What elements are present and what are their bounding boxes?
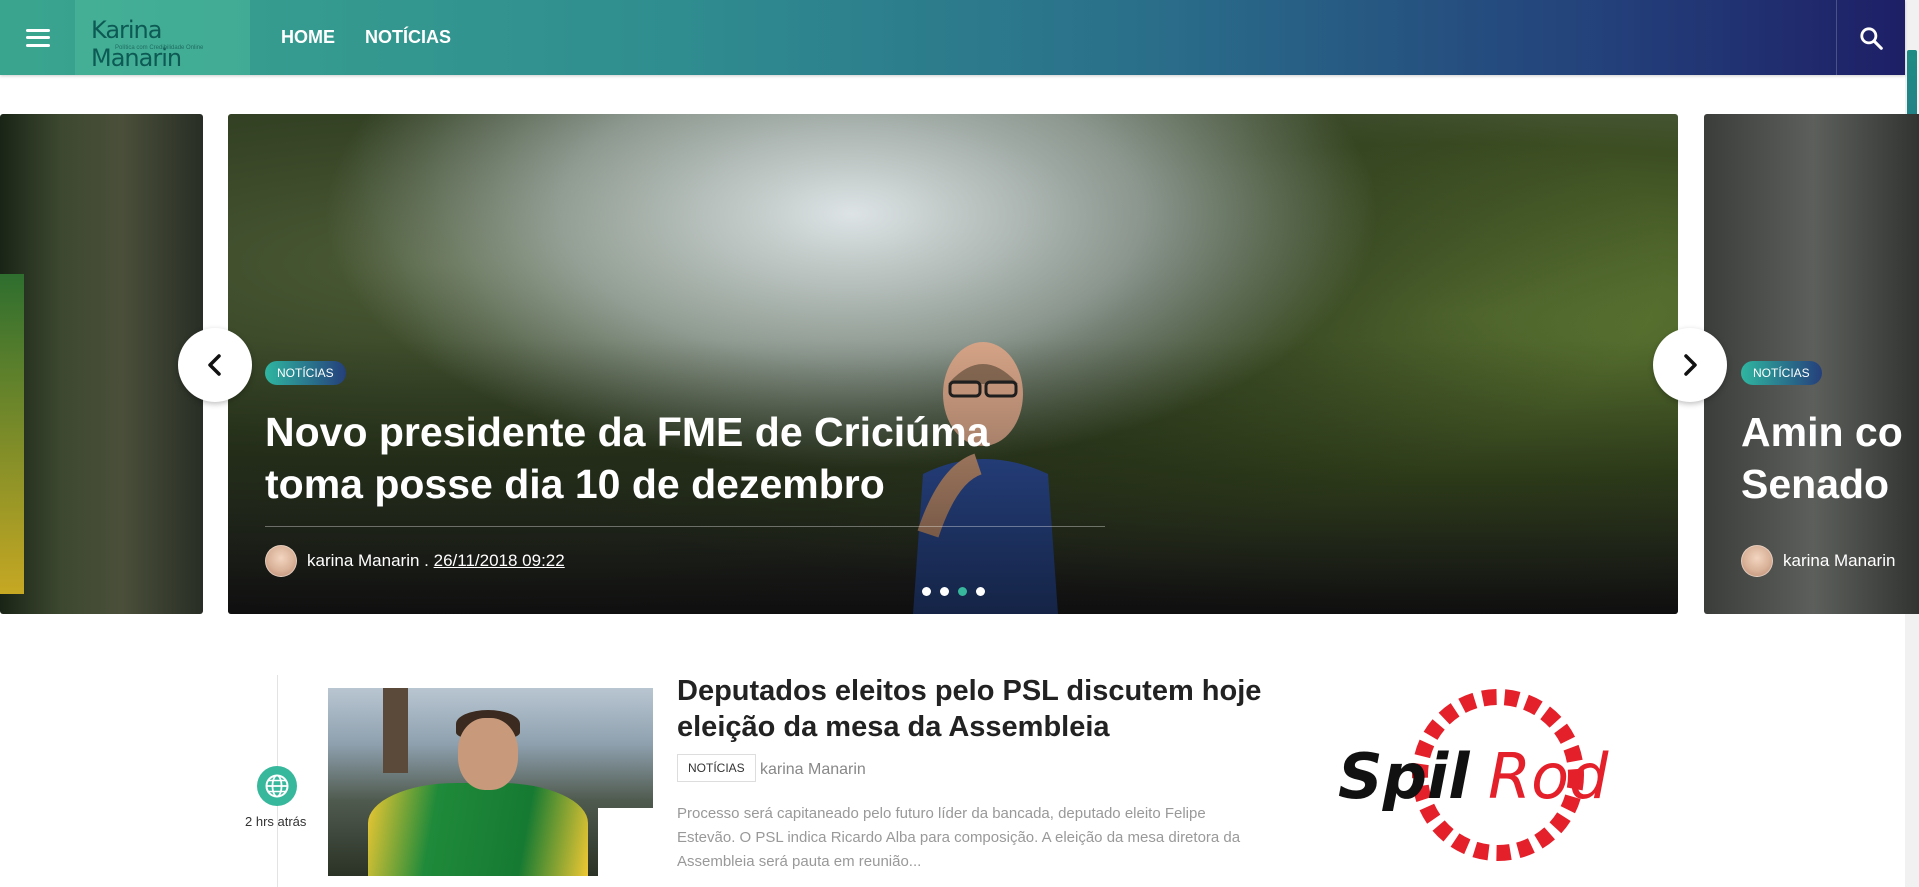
slide-title[interactable]: Amin co Senado xyxy=(1741,406,1919,510)
menu-icon xyxy=(25,28,50,47)
article-category-tag[interactable]: NOTÍCIAS xyxy=(677,754,756,782)
main-nav: HOME NOTÍCIAS xyxy=(281,0,451,75)
slide-overlay xyxy=(228,114,1678,614)
slide-current[interactable]: NOTÍCIAS Novo presidente da FME de Crici… xyxy=(228,114,1678,614)
slider-prev-button[interactable] xyxy=(178,328,252,402)
globe-icon xyxy=(265,774,289,798)
time-ago: 2 hrs atrás xyxy=(245,814,307,829)
site-logo[interactable]: Karina Manarin Política com Credibilidad… xyxy=(75,0,250,75)
slider-dot[interactable] xyxy=(976,587,985,596)
spilrod-logo: Spil Rod xyxy=(1338,689,1609,861)
thumbnail-detail xyxy=(368,783,588,876)
thumbnail-detail xyxy=(383,688,408,773)
slide-title-line1: Novo presidente da FME de Criciúma xyxy=(265,409,990,455)
thumbnail-detail xyxy=(598,808,653,876)
article-author[interactable]: karina Manarin xyxy=(760,761,866,779)
author-avatar xyxy=(265,545,297,577)
slider-dot[interactable] xyxy=(922,587,931,596)
slider-next-button[interactable] xyxy=(1653,328,1727,402)
author-avatar xyxy=(1741,545,1773,577)
search-button[interactable] xyxy=(1836,0,1905,75)
slide-title-line2: Senado xyxy=(1741,461,1890,507)
ad-brand-part2: Rod xyxy=(1488,740,1609,813)
slide-previous[interactable] xyxy=(0,114,203,614)
author-name[interactable]: karina Manarin xyxy=(1783,551,1895,571)
logo-subtitle: Política com Credibilidade Online xyxy=(115,45,204,51)
slider-pagination xyxy=(922,587,985,596)
article-excerpt: Processo será capitaneado pelo futuro lí… xyxy=(677,805,1241,870)
search-icon xyxy=(1860,26,1883,50)
slide-title-line2: toma posse dia 10 de dezembro xyxy=(265,461,885,507)
nav-home[interactable]: HOME xyxy=(281,27,335,48)
post-date: 26/11/2018 09:22 xyxy=(433,551,565,570)
ad-banner[interactable]: Spil Rod xyxy=(1318,678,1676,868)
divider xyxy=(265,526,1105,527)
article-thumbnail[interactable] xyxy=(328,688,653,876)
nav-noticias[interactable]: NOTÍCIAS xyxy=(365,27,451,48)
chevron-left-icon xyxy=(208,354,221,376)
slide-image xyxy=(0,274,24,594)
chevron-right-icon xyxy=(1684,354,1697,376)
site-header: Karina Manarin Política com Credibilidad… xyxy=(0,0,1905,75)
menu-button[interactable] xyxy=(0,0,75,75)
globe-badge xyxy=(257,766,297,806)
article-title[interactable]: Deputados eleitos pelo PSL discutem hoje… xyxy=(677,673,1277,745)
author-name[interactable]: karina Manarin . xyxy=(307,551,429,570)
category-badge[interactable]: NOTÍCIAS xyxy=(265,361,346,385)
slide-title[interactable]: Novo presidente da FME de Criciúma toma … xyxy=(265,406,990,510)
thumbnail-detail xyxy=(458,718,518,790)
slide-title-line1: Amin co xyxy=(1741,409,1903,455)
slider-dot[interactable] xyxy=(940,587,949,596)
slider-dot-active[interactable] xyxy=(958,587,967,596)
slide-meta: karina Manarin . 26/11/2018 09:22 xyxy=(307,551,565,571)
ad-brand-part1: Spil xyxy=(1338,740,1470,813)
category-badge[interactable]: NOTÍCIAS xyxy=(1741,361,1822,385)
slide-next[interactable]: NOTÍCIAS Amin co Senado karina Manarin xyxy=(1704,114,1919,614)
logo-title: Karina Manarin xyxy=(91,16,182,72)
